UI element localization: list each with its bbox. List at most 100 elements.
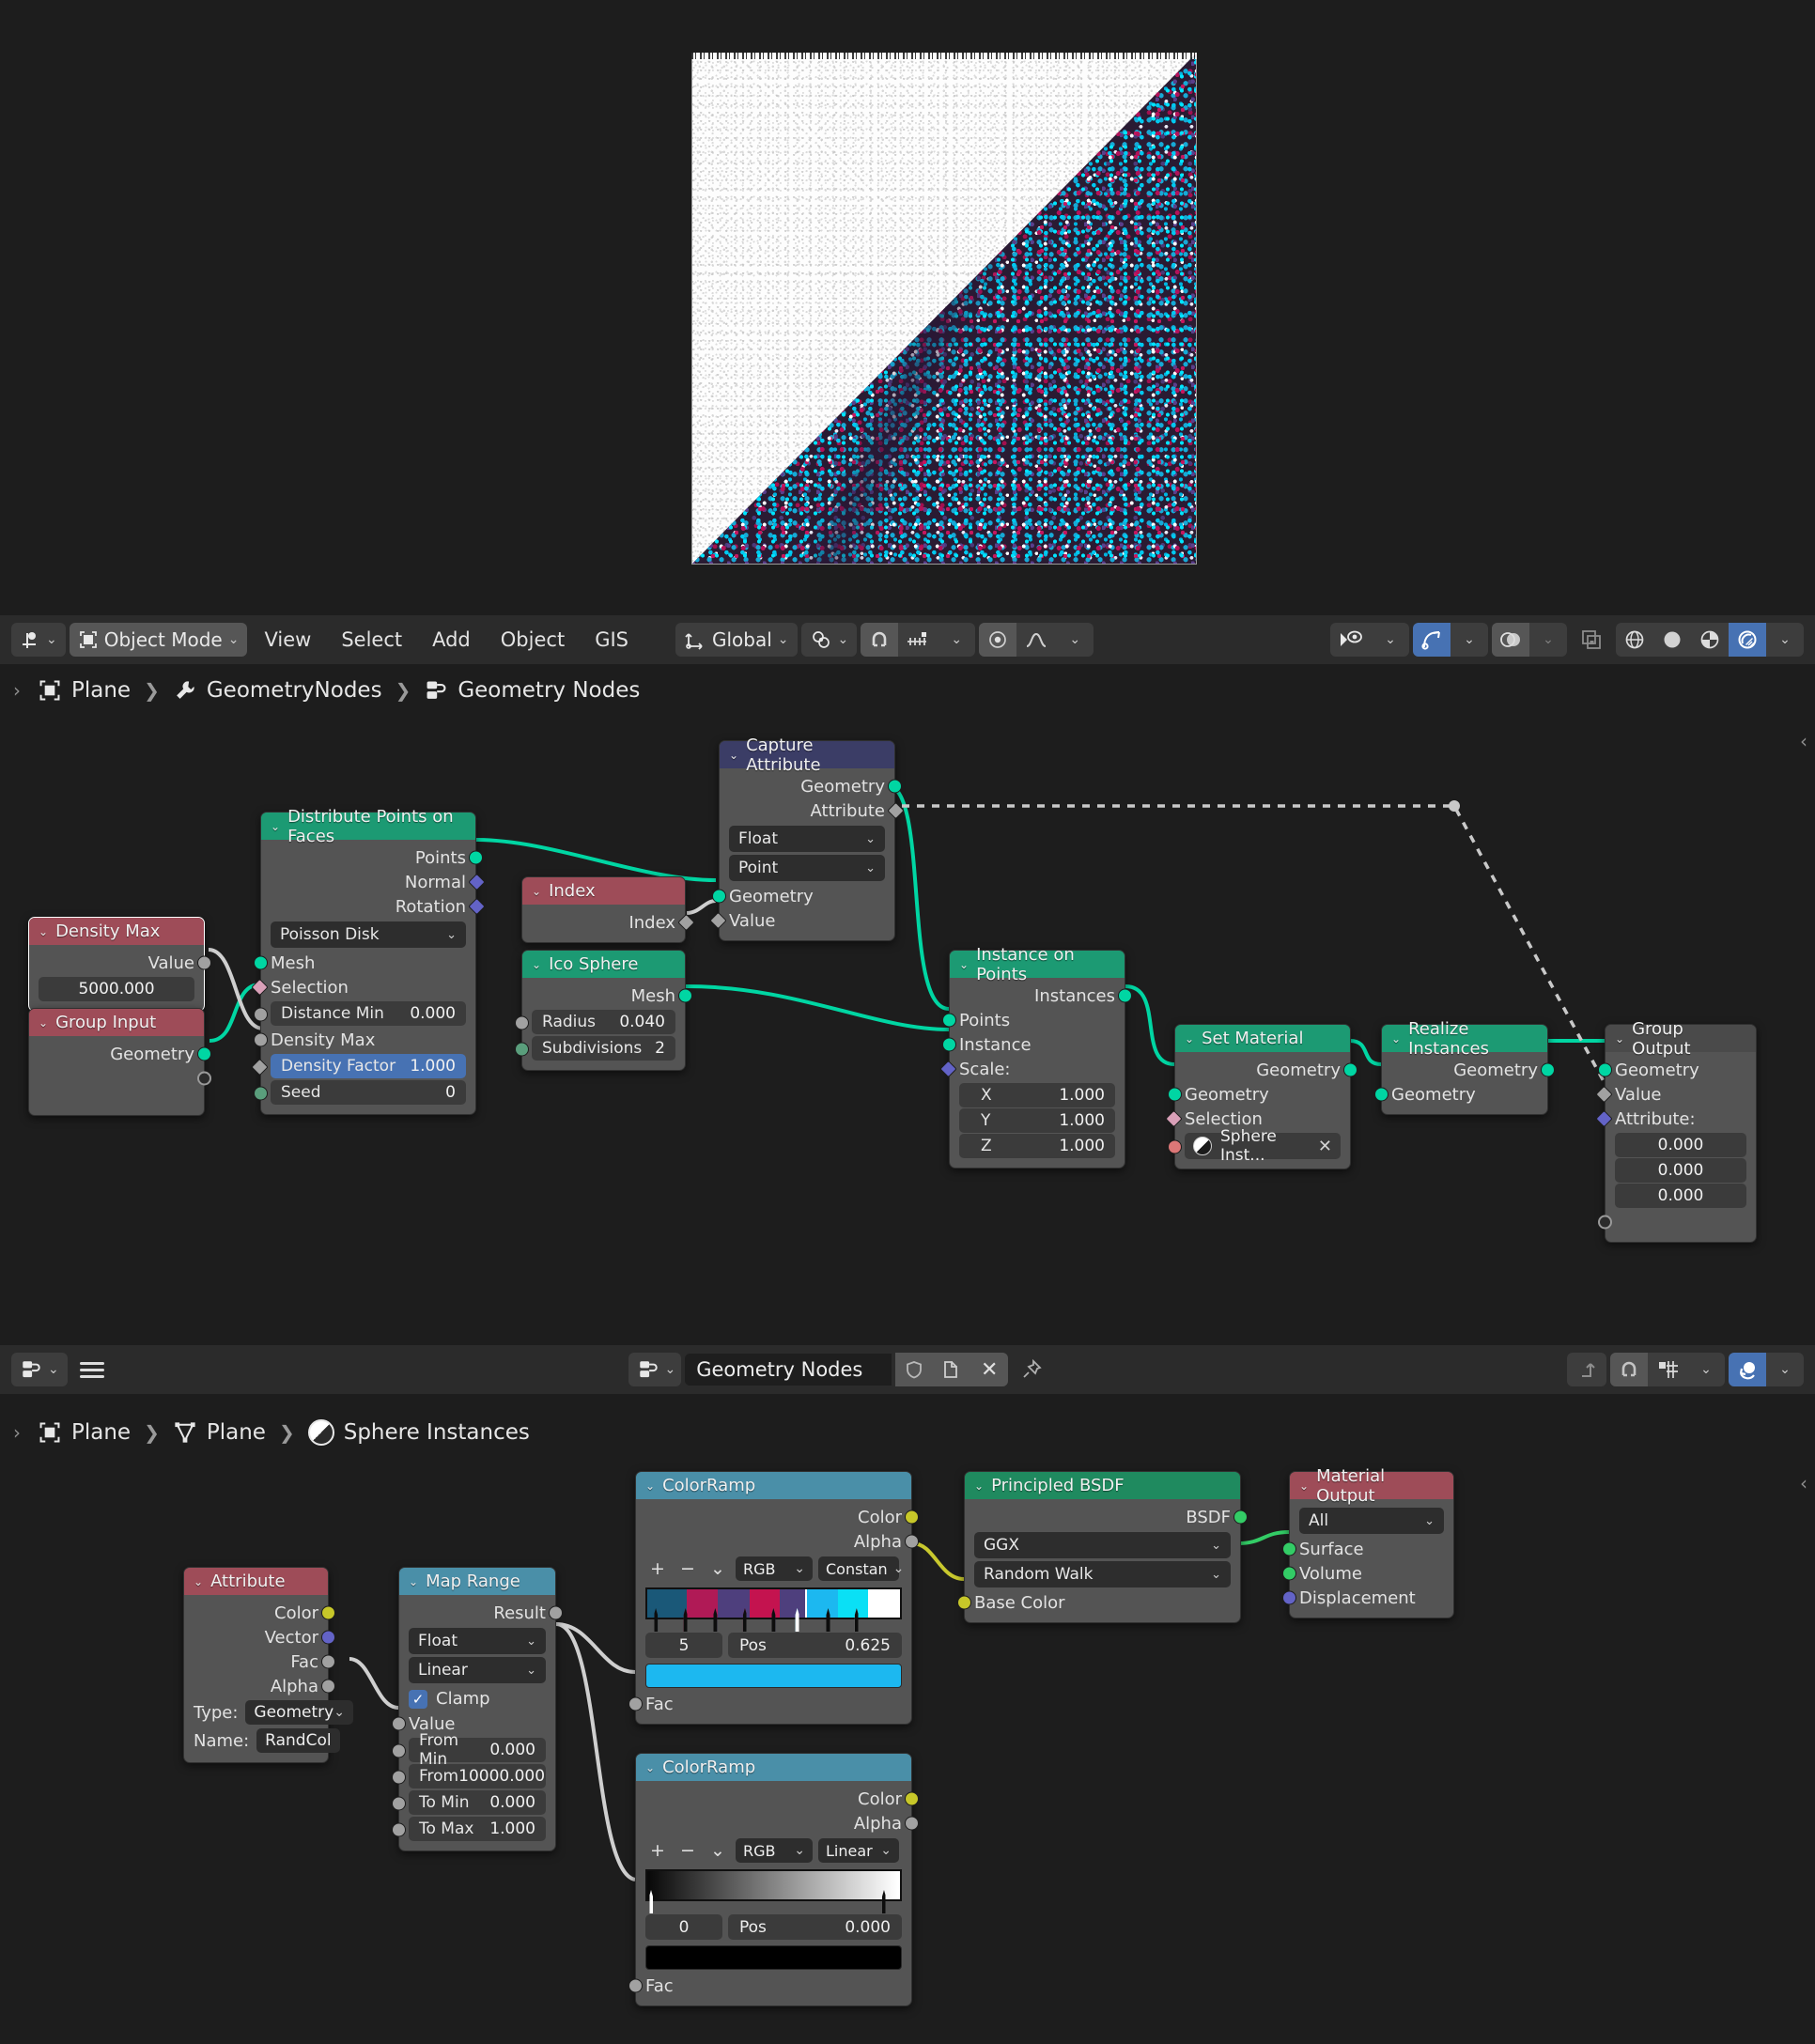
node-header[interactable]: ⌄ Set Material: [1175, 1025, 1350, 1052]
input-socket-instance[interactable]: [942, 1037, 956, 1052]
input-socket-from-max[interactable]: [392, 1770, 406, 1785]
output-socket-rotation[interactable]: [468, 897, 486, 916]
field-attribute-z[interactable]: 0.000: [1615, 1184, 1746, 1208]
node-header[interactable]: ⌄ Attribute: [184, 1568, 328, 1595]
node-header[interactable]: ⌄ Capture Attribute: [720, 736, 894, 775]
node-header[interactable]: ⌄ ColorRamp: [636, 1472, 911, 1499]
editor-type-button[interactable]: ⌄: [11, 623, 66, 657]
node-group-output[interactable]: ⌄ Group Output Geometry Value Attribute:…: [1595, 1019, 1757, 1243]
node-set-material[interactable]: ⌄ Set Material Geometry Geometry Selecti…: [1165, 1024, 1357, 1169]
output-socket-instances[interactable]: [1118, 988, 1132, 1003]
node-density-max[interactable]: ⌄ Density Max Value 5000.000: [28, 917, 211, 1012]
node-distribute-points-on-faces[interactable]: ⌄ Distribute Points on Faces Points Norm…: [251, 807, 486, 1115]
colorramp-pos-field[interactable]: Pos 0.625: [728, 1633, 902, 1658]
object-mode-selector[interactable]: Object Mode ⌄: [69, 623, 248, 657]
snap-toggle[interactable]: [1610, 1353, 1648, 1386]
node-material-output[interactable]: ⌄ Material Output All ⌄ Surface Volume D…: [1282, 1466, 1454, 1618]
colorramp-stop-handle[interactable]: [649, 1890, 665, 1913]
field-from-max[interactable]: From 10000.000: [409, 1764, 546, 1788]
field-to-max[interactable]: To Max 1.000: [409, 1817, 546, 1841]
input-socket-value[interactable]: [709, 911, 727, 930]
collapse-triangle-icon[interactable]: ⌄: [39, 1016, 48, 1030]
colorramp-stop-handle[interactable]: [742, 1608, 759, 1632]
field-density-factor[interactable]: Density Factor 1.000: [271, 1054, 466, 1078]
field-to-min[interactable]: To Min 0.000: [409, 1790, 546, 1815]
collapse-triangle-icon[interactable]: ⌄: [1391, 1032, 1401, 1045]
collapse-triangle-icon[interactable]: ⌄: [39, 925, 48, 938]
colorramp-widget-top[interactable]: [636, 1584, 911, 1632]
input-socket-seed[interactable]: [254, 1086, 268, 1101]
field-distance-min[interactable]: Distance Min 0.000: [271, 1001, 466, 1026]
colorramp-stops-top[interactable]: [654, 1608, 892, 1632]
collapse-triangle-icon[interactable]: ⌄: [194, 1575, 203, 1588]
colorramp-stop-handle[interactable]: [771, 1608, 787, 1632]
node-header[interactable]: ⌄ Distribute Points on Faces: [261, 807, 475, 846]
node-instance-on-points[interactable]: ⌄ Instance on Points Instances Points In…: [939, 945, 1132, 1169]
colorramp-pos-field[interactable]: Pos 0.000: [728, 1914, 902, 1940]
node-header[interactable]: ⌄ Ico Sphere: [522, 951, 685, 978]
input-socket-selection[interactable]: [1165, 1109, 1183, 1128]
input-socket-mesh[interactable]: [254, 955, 268, 970]
value-field[interactable]: 5000.000: [39, 977, 194, 1001]
nodetree-actions[interactable]: ✕: [895, 1353, 1009, 1386]
input-socket-material[interactable]: [1168, 1139, 1182, 1154]
colorramp-selected-color-swatch-top[interactable]: [645, 1664, 902, 1688]
input-socket-from-min[interactable]: [392, 1743, 406, 1758]
output-socket-vector[interactable]: [321, 1630, 335, 1645]
xray-toggle[interactable]: [1571, 623, 1612, 657]
color-mode-dropdown[interactable]: RGB ⌄: [736, 1838, 813, 1863]
colorramp-stops-bottom[interactable]: [649, 1890, 892, 1913]
overlays-chevron[interactable]: ⌄: [1529, 623, 1567, 657]
output-socket-geometry[interactable]: [197, 1046, 211, 1061]
snap-target-dropdown[interactable]: [898, 623, 938, 657]
output-socket-bsdf[interactable]: [1233, 1510, 1248, 1525]
subsurface-method-dropdown[interactable]: Random Walk ⌄: [974, 1561, 1231, 1587]
snap-group[interactable]: ⌄: [861, 623, 976, 657]
transform-orientation-dropdown[interactable]: Global ⌄: [675, 623, 798, 657]
menu-view[interactable]: View: [251, 623, 324, 657]
color-mode-dropdown[interactable]: RGB ⌄: [736, 1556, 813, 1581]
output-socket-geometry[interactable]: [1343, 1062, 1357, 1077]
unlink-button[interactable]: ✕: [970, 1353, 1009, 1386]
colorramp-stop-handle[interactable]: [854, 1608, 871, 1632]
overlays-group[interactable]: ⌄: [1492, 623, 1567, 657]
collapse-triangle-icon[interactable]: ⌄: [1615, 1032, 1624, 1045]
input-socket-surface[interactable]: [1282, 1541, 1296, 1556]
visibility-chevron[interactable]: ⌄: [1372, 623, 1409, 657]
node-attribute[interactable]: ⌄ Attribute Color Vector Fac Alpha Type:…: [183, 1567, 353, 1763]
field-scale-x[interactable]: X 1.000: [959, 1083, 1115, 1107]
visibility-group[interactable]: ⌄: [1330, 623, 1409, 657]
collapse-triangle-icon[interactable]: ⌄: [409, 1575, 418, 1588]
sidebar-collapse-arrow[interactable]: ‹: [1800, 730, 1807, 752]
gizmo-chevron[interactable]: ⌄: [1450, 623, 1488, 657]
3d-viewport[interactable]: [0, 0, 1815, 615]
collapse-triangle-icon[interactable]: ⌄: [1299, 1479, 1309, 1493]
node-header[interactable]: ⌄ Instance on Points: [950, 945, 1125, 984]
output-socket-alpha[interactable]: [905, 1816, 919, 1831]
plus-icon[interactable]: +: [645, 1558, 670, 1579]
shader-node-editor[interactable]: ‹ ⌄ Attribute Color Vector Fac Alpha Typ…: [0, 1459, 1815, 2044]
colorramp-stop-handle[interactable]: [795, 1608, 812, 1632]
field-attribute-y[interactable]: 0.000: [1615, 1158, 1746, 1183]
shading-mode-group[interactable]: ⌄: [1616, 623, 1804, 657]
field-seed[interactable]: Seed 0: [271, 1080, 466, 1105]
nodetree-name-field[interactable]: Geometry Nodes: [685, 1354, 892, 1386]
input-socket-density-factor[interactable]: [251, 1058, 269, 1076]
input-socket-value[interactable]: [1595, 1085, 1613, 1104]
node-map-range[interactable]: ⌄ Map Range Result Float ⌄ Linear ⌄ ✓ Cl…: [392, 1567, 563, 1851]
input-socket-geometry[interactable]: [1168, 1087, 1182, 1102]
snap-node-dropdown[interactable]: [1648, 1353, 1687, 1386]
overlays-toggle[interactable]: [1492, 623, 1529, 657]
node-header[interactable]: ⌄ Principled BSDF: [965, 1472, 1240, 1499]
breadcrumb-item-object[interactable]: Plane: [38, 678, 131, 703]
chevron-down-icon[interactable]: ⌄: [706, 1840, 730, 1861]
map-range-interpolation-dropdown[interactable]: Linear ⌄: [409, 1657, 546, 1683]
breadcrumb-item-mesh[interactable]: Plane: [173, 1420, 266, 1445]
sidebar-expand-arrow[interactable]: ›: [6, 1421, 28, 1444]
shader-editor-menu-button[interactable]: [71, 1353, 113, 1386]
colorramp-index-field[interactable]: 5: [645, 1633, 722, 1658]
input-socket-attribute[interactable]: [1595, 1109, 1613, 1128]
field-scale-z[interactable]: Z 1.000: [959, 1134, 1115, 1158]
output-socket-index[interactable]: [677, 913, 695, 932]
field-from-min[interactable]: From Min 0.000: [409, 1731, 546, 1769]
